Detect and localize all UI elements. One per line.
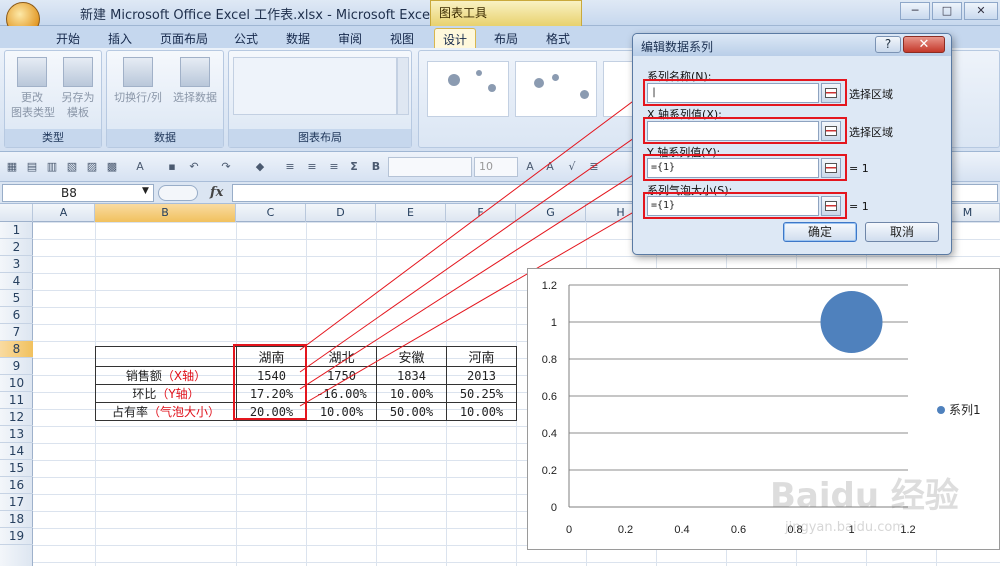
baidu-watermark: Baidu 经验 bbox=[770, 476, 959, 516]
y-tick-label: 0 bbox=[551, 502, 557, 514]
baidu-watermark-url: jingyan.baidu.com bbox=[785, 520, 905, 535]
y-values-preview: = 1 bbox=[849, 162, 869, 175]
y-tick-label: 0.6 bbox=[542, 391, 557, 403]
x-tick-label: 0 bbox=[566, 524, 572, 536]
ok-button[interactable]: 确定 bbox=[783, 222, 857, 242]
y-tick-label: 1 bbox=[551, 317, 557, 329]
legend-marker bbox=[937, 406, 945, 414]
x-values-hint: 选择区域 bbox=[849, 126, 893, 139]
x-tick-label: 0.6 bbox=[731, 524, 746, 536]
highlight-series-name bbox=[643, 79, 847, 106]
series-name-hint: 选择区域 bbox=[849, 88, 893, 101]
x-tick-label: 0.4 bbox=[674, 524, 689, 536]
legend-label: 系列1 bbox=[949, 403, 981, 417]
y-tick-label: 0.8 bbox=[542, 354, 557, 366]
help-button[interactable]: ? bbox=[875, 36, 901, 53]
y-tick-label: 1.2 bbox=[542, 280, 557, 292]
bubble-size-preview: = 1 bbox=[849, 200, 869, 213]
close-dialog-button[interactable]: ✕ bbox=[903, 36, 945, 53]
cancel-button[interactable]: 取消 bbox=[865, 222, 939, 242]
y-tick-label: 0.2 bbox=[542, 465, 557, 477]
highlight-y-values bbox=[643, 154, 847, 181]
edit-series-dialog: 编辑数据系列 ? ✕ 系列名称(N): | 选择区域 X 轴系列值(X): 选择… bbox=[632, 33, 952, 255]
x-tick-label: 0.2 bbox=[618, 524, 633, 536]
highlight-bubble-size bbox=[643, 192, 847, 219]
y-tick-label: 0.4 bbox=[542, 428, 557, 440]
highlight-x-values bbox=[643, 117, 847, 144]
bubble bbox=[820, 291, 883, 353]
